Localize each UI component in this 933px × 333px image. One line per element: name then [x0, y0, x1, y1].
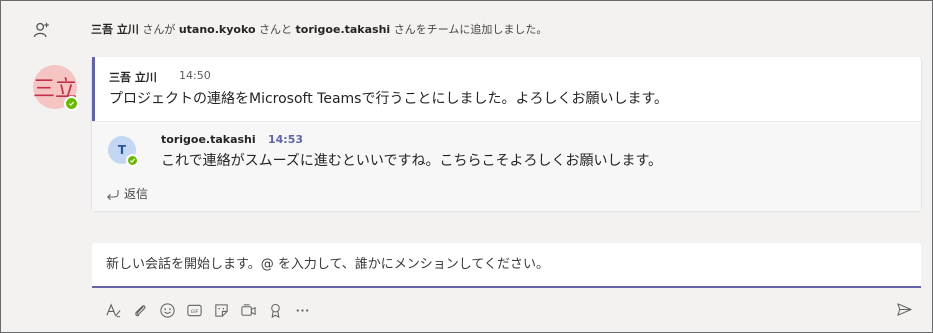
system-message-text-1: さんが — [138, 23, 179, 36]
system-message-text: 三吾 立川 さんが utano.kyoko さんと torigoe.takash… — [91, 21, 547, 37]
message-body: プロジェクトの連絡をMicrosoft Teamsで行うことにしました。よろしく… — [109, 91, 669, 107]
sticker-icon[interactable] — [212, 301, 230, 319]
reply-label: 返信 — [124, 187, 149, 201]
emoji-icon[interactable] — [158, 301, 176, 319]
reply-section: T torigoe.takashi 14:53 これで連絡がスムーズに進むといい… — [92, 121, 921, 211]
reply-avatar-initial: T — [117, 143, 127, 157]
system-message-text-3: さんをチームに追加しました。 — [390, 23, 548, 36]
reply-arrow-icon — [107, 189, 119, 200]
send-icon[interactable] — [895, 300, 913, 318]
presence-available-icon — [126, 154, 139, 167]
more-options-icon[interactable] — [293, 301, 311, 319]
compose-input[interactable] — [106, 243, 906, 286]
svg-text:GIF: GIF — [190, 308, 198, 314]
meet-now-icon[interactable] — [239, 301, 257, 319]
avatar[interactable]: 三立 — [33, 65, 79, 111]
reply-button[interactable]: 返信 — [106, 185, 148, 202]
system-message: 三吾 立川 さんが utano.kyoko さんと torigoe.takash… — [31, 17, 547, 43]
reply-timestamp: 14:53 — [268, 133, 304, 146]
system-message-text-2: さんと — [255, 23, 296, 36]
message-thread: 三吾 立川 14:50 プロジェクトの連絡をMicrosoft Teamsで行う… — [92, 57, 921, 211]
system-message-user1: utano.kyoko — [178, 23, 256, 36]
compose-toolbar: GIF — [104, 298, 320, 322]
presence-available-icon — [64, 96, 79, 111]
attach-icon[interactable] — [131, 301, 149, 319]
root-message: 三吾 立川 14:50 プロジェクトの連絡をMicrosoft Teamsで行う… — [92, 57, 921, 121]
reply-author[interactable]: torigoe.takashi — [161, 133, 256, 146]
system-message-user2: torigoe.takashi — [295, 23, 391, 36]
format-icon[interactable] — [104, 301, 122, 319]
system-message-actor: 三吾 立川 — [91, 23, 139, 36]
message-author[interactable]: 三吾 立川 — [109, 69, 157, 85]
teams-channel-view: 三吾 立川 さんが utano.kyoko さんと torigoe.takash… — [0, 0, 933, 333]
gif-icon[interactable]: GIF — [185, 301, 203, 319]
compose-box — [92, 243, 921, 288]
add-person-icon — [31, 19, 53, 41]
reply-avatar[interactable]: T — [108, 136, 139, 167]
message-timestamp: 14:50 — [179, 69, 211, 82]
praise-icon[interactable] — [266, 301, 284, 319]
reply-body: これで連絡がスムーズに進むといいですね。こちらこそよろしくお願いします。 — [161, 153, 663, 169]
